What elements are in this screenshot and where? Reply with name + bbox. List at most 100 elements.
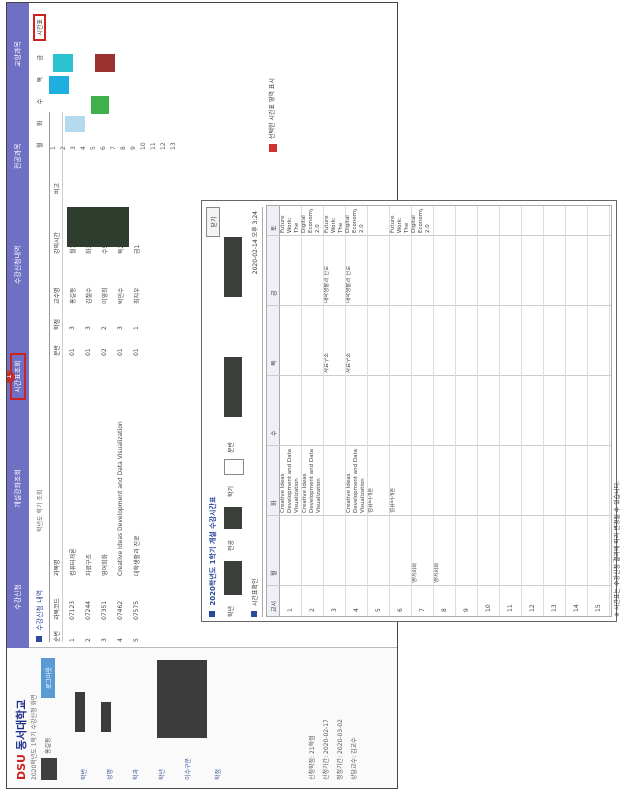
- course-cell[interactable]: 영어회화: [434, 519, 441, 583]
- course-cell[interactable]: Creative Ideas Development and Data Visu…: [346, 449, 367, 513]
- table-row[interactable]: 2 07244 자료구조 01 3 김철수 화3-4: [81, 112, 95, 642]
- day-thu: 목: [37, 76, 44, 83]
- cell: 자료구조: [85, 553, 93, 576]
- nav-item-major[interactable]: 전공과목: [13, 139, 23, 173]
- course-cell[interactable]: Future Work: The Digital Economy 2.0: [280, 209, 322, 233]
- legend-swatch: [268, 144, 277, 152]
- timetable-grid: 교시 월 화 수 목 금 토 1 2 3 4 5 6 7 8 9 10 11 12 13 14 15 Crea…: [266, 205, 612, 617]
- term-select[interactable]: [224, 459, 244, 475]
- course-cell[interactable]: Creative Ideas Development and Data Visu…: [302, 449, 323, 513]
- cell: Creative Ideas Development and Data Visu…: [116, 421, 124, 576]
- timetable-block[interactable]: [49, 76, 69, 94]
- timetable-tab[interactable]: 시간표: [34, 11, 45, 44]
- selector-label-grade: 학년: [228, 605, 235, 617]
- day-mon: 월: [37, 142, 44, 148]
- title-bullet-icon: [36, 636, 42, 642]
- period-label: 7: [110, 146, 117, 150]
- cell: 2: [100, 326, 108, 330]
- period-label: 10: [140, 142, 147, 150]
- nav-item-timetable[interactable]: 시간표조회 1: [7, 344, 24, 409]
- popup-footer: ※ 시간표는 수강신청 결과에 따라 변경될 수 있습니다.: [614, 480, 621, 617]
- popup-note: 시간표확인: [250, 578, 259, 617]
- major-select[interactable]: [224, 507, 242, 529]
- sidebar-item-student-id[interactable]: 학번: [79, 769, 88, 780]
- cell: 01: [132, 348, 140, 356]
- period-number: 15: [595, 604, 602, 612]
- course-cell[interactable]: 컴퓨터개론: [390, 449, 397, 513]
- timetable-header: 월 화 수 목 금 시간표: [34, 11, 45, 152]
- period-label: 8: [120, 146, 127, 150]
- timetable-block[interactable]: [53, 54, 73, 72]
- sidebar-item-credits[interactable]: 학점: [213, 769, 222, 780]
- nav-item-enroll[interactable]: 수강신청: [13, 580, 23, 614]
- course-cell[interactable]: 자료구조: [324, 309, 331, 373]
- mini-timetable: 월 화 수 목 금 시간표 1 2 3 4 5 6 7 8 9 10 11 12…: [34, 11, 255, 152]
- cell: 영어회화: [101, 553, 109, 576]
- timetable-popup: 2020학년도 1학기 개설 수강시간표 닫기 학년 전공 학기 분반 시간표확…: [201, 200, 621, 622]
- sidebar: DSU 동서대학교 2020학년도 1학기 수강신청 화면 홍길동 로그아웃 학…: [7, 647, 397, 788]
- main-filter[interactable]: 학년도 학기 조회: [35, 490, 44, 532]
- cell: 01: [84, 348, 92, 356]
- course-cell[interactable]: 컴퓨터개론: [368, 449, 375, 513]
- nav-item-general[interactable]: 교양과목: [13, 37, 23, 71]
- sidebar-item-grade[interactable]: 학년: [157, 769, 166, 780]
- period-number: 2: [309, 608, 316, 612]
- timetable-block[interactable]: [65, 116, 85, 132]
- cell: 김철수: [85, 287, 93, 304]
- sidebar-item-category[interactable]: 이수구분: [183, 758, 192, 780]
- table-row[interactable]: 3 07351 영어회화 02 2 이영희 수5-6: [97, 112, 111, 642]
- cell: 이영희: [101, 287, 109, 304]
- table-row[interactable]: 1 07123 컴퓨터개론 01 3 홍길동 월1-2: [65, 112, 79, 642]
- grid-row: 10: [477, 206, 500, 616]
- course-cell[interactable]: 영어회화: [412, 519, 419, 583]
- timetable-block[interactable]: [91, 96, 109, 114]
- sidebar-item-dept[interactable]: 학과: [131, 769, 140, 780]
- course-cell[interactable]: Future Work: The Digital Economy 2.0: [324, 209, 366, 233]
- col-credit: 학점: [53, 318, 61, 330]
- cell: 07244: [84, 600, 92, 620]
- course-cell[interactable]: 자료구조: [346, 309, 353, 373]
- selector-label-major: 전공: [228, 539, 235, 551]
- search-select[interactable]: [224, 237, 242, 297]
- cell: 3: [68, 326, 76, 330]
- grade-select[interactable]: [224, 561, 242, 595]
- course-cell[interactable]: 대학생활과 진로: [346, 239, 353, 303]
- cell: 홍길동: [69, 287, 77, 304]
- cell: 01: [116, 348, 124, 356]
- cell: 2: [84, 638, 92, 642]
- cell: 02: [100, 348, 108, 356]
- grid-row: 12: [521, 206, 544, 616]
- nav-item-history[interactable]: 수강신청내역: [13, 242, 23, 289]
- redacted-block: [67, 207, 129, 247]
- selector-label-section: 분반: [228, 441, 235, 453]
- timetable-block[interactable]: [95, 54, 115, 72]
- period-number: 9: [463, 608, 470, 612]
- top-nav: 수강신청 개설강좌조회 시간표조회 1 수강신청내역 전공과목 교양과목: [7, 3, 29, 648]
- cell: 1: [68, 638, 76, 642]
- col-section: 분반: [53, 344, 61, 356]
- grid-col-tue: 화: [271, 500, 278, 506]
- grid-row: 15: [587, 206, 610, 616]
- cell: 07462: [116, 600, 124, 620]
- logo-main: 동서대학교: [15, 699, 28, 751]
- sidebar-item-name[interactable]: 성명: [105, 769, 114, 780]
- grid-col-period: 교시: [271, 600, 278, 612]
- course-cell[interactable]: Future Work: The Digital Economy 2.0: [390, 209, 432, 233]
- logo: DSU 동서대학교: [13, 700, 29, 780]
- grid-col-thu: 목: [271, 360, 278, 366]
- close-button[interactable]: 닫기: [206, 207, 220, 237]
- grid-row: 5: [367, 206, 390, 616]
- period-label: 4: [80, 146, 87, 150]
- info-correction: 정정기간: 2020-03-02: [337, 719, 344, 780]
- logout-button[interactable]: 로그아웃: [41, 658, 55, 698]
- course-cell[interactable]: Creative Ideas Development and Data Visu…: [280, 449, 301, 513]
- period-number: 3: [331, 608, 338, 612]
- nav-item-courses[interactable]: 개설강좌조회: [13, 465, 23, 512]
- cell: 금1: [133, 244, 141, 254]
- popup-content: 2020학년도 1학기 개설 수강시간표 닫기 학년 전공 학기 분반 시간표확…: [202, 201, 621, 621]
- course-cell[interactable]: 대학생활과 진로: [324, 239, 331, 303]
- section-select[interactable]: [224, 357, 242, 417]
- grid-col-mon: 월: [271, 570, 278, 576]
- table-row[interactable]: 4 07462 Creative Ideas Development and D…: [113, 112, 127, 642]
- table-row[interactable]: 5 07575 대학생활과 진로 01 1 최지우 금1: [129, 112, 143, 642]
